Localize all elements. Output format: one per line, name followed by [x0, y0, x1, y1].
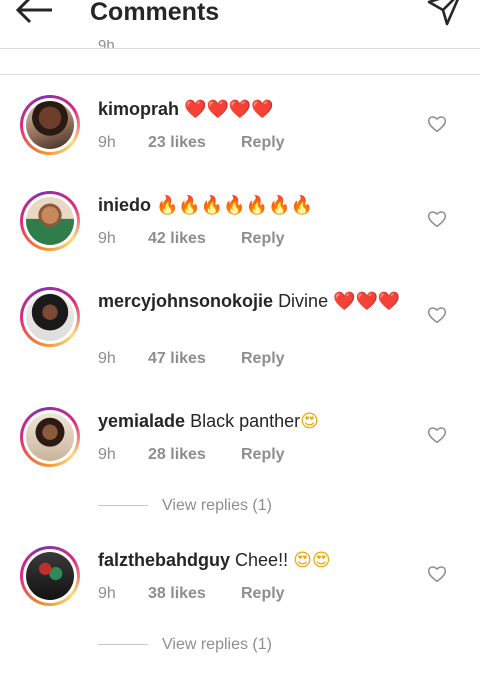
- comment-emoji: ❤️❤️❤️: [333, 291, 401, 312]
- divider: [98, 644, 148, 646]
- arrow-left-icon[interactable]: [14, 0, 58, 30]
- page-title: Comments: [90, 0, 220, 26]
- like-heart-icon[interactable]: [427, 426, 447, 444]
- comment-emoji: ❤️❤️❤️❤️: [184, 99, 274, 120]
- paper-plane-icon[interactable]: [425, 0, 465, 30]
- view-replies-label: View replies (1): [162, 636, 272, 653]
- view-replies-label: View replies (1): [162, 497, 272, 514]
- avatar[interactable]: [20, 287, 80, 347]
- comment-meta: 9h 47 likes Reply: [98, 349, 285, 369]
- comment-likes[interactable]: 38 likes: [148, 584, 241, 604]
- reply-button[interactable]: Reply: [241, 446, 285, 463]
- comment-body: Black panther: [190, 411, 301, 431]
- comment-username[interactable]: kimoprah: [98, 99, 179, 119]
- divider: [0, 74, 480, 75]
- comment-time: 9h: [98, 350, 116, 367]
- avatar[interactable]: [20, 191, 80, 251]
- comment-likes[interactable]: 28 likes: [148, 445, 241, 465]
- reply-button[interactable]: Reply: [241, 134, 285, 151]
- top-bar: Comments: [0, 0, 480, 49]
- comment-emoji: 😍😍: [293, 550, 331, 571]
- comment-text: kimoprah ❤️❤️❤️❤️: [98, 96, 410, 123]
- comment-meta: 9h 38 likes Reply: [98, 584, 285, 604]
- comment-username[interactable]: falzthebahdguy: [98, 550, 230, 570]
- comment-emoji: 🔥🔥🔥🔥🔥🔥🔥: [156, 195, 313, 216]
- comment-meta: 9h 42 likes Reply: [98, 229, 285, 249]
- comment-time: 9h: [98, 230, 116, 247]
- divider: [98, 505, 148, 507]
- like-heart-icon[interactable]: [427, 210, 447, 228]
- comment-username[interactable]: iniedo: [98, 195, 151, 215]
- reply-button[interactable]: Reply: [241, 585, 285, 602]
- reply-button[interactable]: Reply: [241, 230, 285, 247]
- comment-username[interactable]: mercyjohnsonokojie: [98, 291, 273, 311]
- like-heart-icon[interactable]: [427, 115, 447, 133]
- comment-time: 9h: [98, 446, 116, 463]
- comment-time: 9h: [98, 585, 116, 602]
- like-heart-icon[interactable]: [427, 306, 447, 324]
- comment-text: yemialade Black panther😍: [98, 408, 410, 435]
- comment-body: Chee!!: [235, 550, 289, 570]
- avatar[interactable]: [20, 546, 80, 606]
- comment-likes[interactable]: 42 likes: [148, 229, 241, 249]
- comment-likes[interactable]: 23 likes: [148, 133, 241, 153]
- comment-text: falzthebahdguy Chee!! 😍😍: [98, 547, 410, 574]
- comment-text: mercyjohnsonokojie Divine ❤️❤️❤️: [98, 288, 410, 315]
- comment-time: 9h: [98, 134, 116, 151]
- comment-emoji: 😍: [300, 411, 319, 432]
- avatar[interactable]: [20, 407, 80, 467]
- view-replies-button[interactable]: View replies (1): [98, 635, 272, 655]
- comment-meta: 9h 23 likes Reply: [98, 133, 285, 153]
- comment-text: iniedo 🔥🔥🔥🔥🔥🔥🔥: [98, 192, 410, 219]
- comment-meta: 9h 28 likes Reply: [98, 445, 285, 465]
- comment-username[interactable]: yemialade: [98, 411, 185, 431]
- reply-button[interactable]: Reply: [241, 350, 285, 367]
- comment-likes[interactable]: 47 likes: [148, 349, 241, 369]
- previous-comment-time: 9h: [98, 40, 115, 48]
- comment-body: Divine: [278, 291, 329, 311]
- avatar[interactable]: [20, 95, 80, 155]
- like-heart-icon[interactable]: [427, 565, 447, 583]
- view-replies-button[interactable]: View replies (1): [98, 496, 272, 516]
